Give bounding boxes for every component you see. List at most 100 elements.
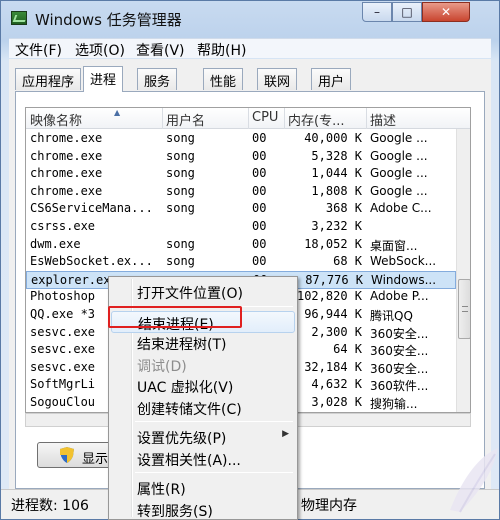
cell-user-name: song (166, 148, 195, 163)
cell-description: Adobe P... (370, 289, 429, 304)
cell-cpu: 00 (252, 236, 267, 251)
cell-memory: 40,000 K (304, 131, 362, 145)
leaf-watermark-icon (450, 448, 498, 513)
tab-networking[interactable]: 联网 (257, 68, 298, 90)
context-menu-item-label: UAC 虚拟化(V) (137, 380, 234, 396)
task-manager-app-icon (11, 11, 27, 25)
cell-cpu: 00 (252, 131, 267, 145)
menu-separator (135, 305, 293, 307)
column-divider[interactable] (284, 108, 285, 129)
cell-memory: 368 K (325, 201, 362, 216)
context-menu-item-label: 属性(R) (137, 482, 186, 498)
column-divider[interactable] (366, 108, 367, 129)
vertical-scrollbar[interactable] (456, 129, 470, 412)
uac-shield-icon (60, 447, 74, 463)
maximize-button[interactable]: □ (392, 2, 422, 22)
table-row[interactable]: chrome.exe song 00 1,808 K Google ... (26, 183, 456, 201)
context-menu-item[interactable]: 打开文件位置(O) (111, 281, 295, 303)
menu-view[interactable]: 查看(V) (136, 40, 185, 60)
tab-users[interactable]: 用户 (311, 68, 352, 90)
close-button[interactable]: ✕ (422, 2, 470, 22)
cell-cpu: 00 (252, 148, 267, 163)
context-menu-item[interactable]: 设置相关性(A)... (111, 448, 295, 470)
cell-user-name: song (166, 236, 195, 251)
column-image-name[interactable]: 映像名称 (30, 110, 158, 129)
cell-cpu: 00 (252, 166, 267, 181)
grip-icon (462, 306, 468, 312)
cell-memory: 3,232 K (311, 219, 362, 233)
cell-memory: 18,052 K (304, 236, 362, 251)
cell-description: Google ... (370, 166, 428, 181)
show-button-label: 显示 (82, 452, 109, 467)
cell-description: 360安全... (370, 361, 429, 376)
cell-image-name: CS6ServiceMana... (30, 201, 153, 216)
context-menu-item-label: 创建转储文件(C) (137, 401, 242, 418)
column-divider[interactable] (162, 108, 163, 129)
context-menu-item-label: 打开文件位置(O) (137, 286, 243, 302)
column-divider[interactable] (248, 108, 249, 129)
context-menu-item[interactable]: UAC 虚拟化(V) (111, 375, 295, 397)
cell-image-name: chrome.exe (30, 166, 103, 181)
menu-separator (135, 421, 293, 422)
tab-performance[interactable]: 性能 (203, 68, 244, 90)
cell-description: 桌面窗... (370, 238, 418, 253)
cell-description: WebSock... (370, 254, 437, 269)
cell-image-name: csrss.exe (30, 219, 96, 233)
cell-memory: 1,808 K (311, 183, 362, 198)
table-row[interactable]: chrome.exe song 00 5,328 K Google ... (26, 148, 456, 166)
column-user-name[interactable]: 用户名 (166, 110, 246, 129)
context-menu-item-label: 调试(D) (137, 358, 187, 375)
tab-processes[interactable]: 进程 (83, 66, 124, 92)
context-menu-item[interactable]: 设置优先级(P) ▶ (111, 426, 295, 448)
menu-separator (135, 472, 293, 473)
menu-options[interactable]: 选项(O) (75, 40, 125, 60)
context-menu-item[interactable]: 创建转储文件(C) (111, 397, 295, 419)
cell-description: Google ... (370, 148, 428, 163)
cell-memory: 1,044 K (311, 166, 362, 181)
context-menu-item[interactable]: 结束进程树(T) (111, 332, 295, 354)
table-row[interactable]: csrss.exe 00 3,232 K (26, 218, 456, 236)
column-description[interactable]: 描述 (370, 110, 454, 129)
context-menu-item-label: 设置优先级(P) (137, 431, 227, 447)
context-menu-item[interactable]: 转到服务(S) (111, 499, 295, 520)
process-count: 进程数: 106 (11, 498, 89, 514)
physical-memory: 物理内存 (301, 498, 357, 514)
context-menu-item-label: 结束进程树(T) (137, 337, 227, 353)
context-menu-item-label: 结束进程(E) (138, 316, 214, 333)
cell-cpu: 00 (252, 219, 267, 233)
table-row[interactable]: CS6ServiceMana... song 00 368 K Adobe C... (26, 200, 456, 218)
cell-description: Windows... (371, 272, 437, 287)
column-memory[interactable]: 内存(专... (288, 110, 364, 129)
context-menu-item[interactable]: 属性(R) (111, 477, 295, 499)
title-bar[interactable]: Windows 任务管理器 – □ ✕ (1, 1, 499, 37)
context-menu-item-label: 转到服务(S) (137, 503, 213, 520)
cell-user-name: song (166, 166, 195, 181)
submenu-arrow-icon: ▶ (282, 429, 289, 439)
cell-image-name: chrome.exe (30, 131, 103, 145)
table-row[interactable]: chrome.exe song 00 1,044 K Google ... (26, 165, 456, 183)
table-row[interactable]: chrome.exe song 00 40,000 K Google ... (26, 130, 456, 148)
scrollbar-thumb[interactable] (458, 279, 470, 339)
cell-description: Google ... (370, 131, 428, 145)
cell-image-name: EsWebSocket.ex... (30, 254, 153, 269)
menu-file[interactable]: 文件(F) (15, 40, 62, 60)
menu-bar: 文件(F) 选项(O) 查看(V) 帮助(H) (9, 38, 491, 60)
column-cpu[interactable]: CPU (252, 110, 280, 125)
process-context-menu: 打开文件位置(O) 结束进程(E) 结束进程树(T) 调试(D) UAC 虚拟化(V) 创… (108, 276, 298, 520)
sort-ascending-icon: ▲ (114, 108, 121, 117)
table-row[interactable]: EsWebSocket.ex... song 00 68 K WebSock... (26, 253, 456, 271)
cell-image-name: chrome.exe (30, 183, 103, 198)
cell-memory: 68 K (333, 254, 362, 269)
context-menu-item-label: 设置相关性(A)... (137, 452, 241, 469)
tab-services[interactable]: 服务 (137, 68, 178, 90)
cell-description: Adobe C... (370, 201, 432, 216)
cell-cpu: 00 (252, 183, 267, 198)
cell-description: 腾讯QQ (370, 309, 413, 323)
table-row[interactable]: dwm.exe song 00 18,052 K 桌面窗... (26, 236, 456, 254)
tab-applications[interactable]: 应用程序 (15, 68, 82, 90)
cell-memory: 5,328 K (311, 148, 362, 163)
minimize-button[interactable]: – (362, 2, 392, 22)
context-menu-item[interactable]: 结束进程(E) (111, 310, 295, 333)
cell-user-name: song (166, 131, 195, 145)
menu-help[interactable]: 帮助(H) (197, 40, 246, 60)
